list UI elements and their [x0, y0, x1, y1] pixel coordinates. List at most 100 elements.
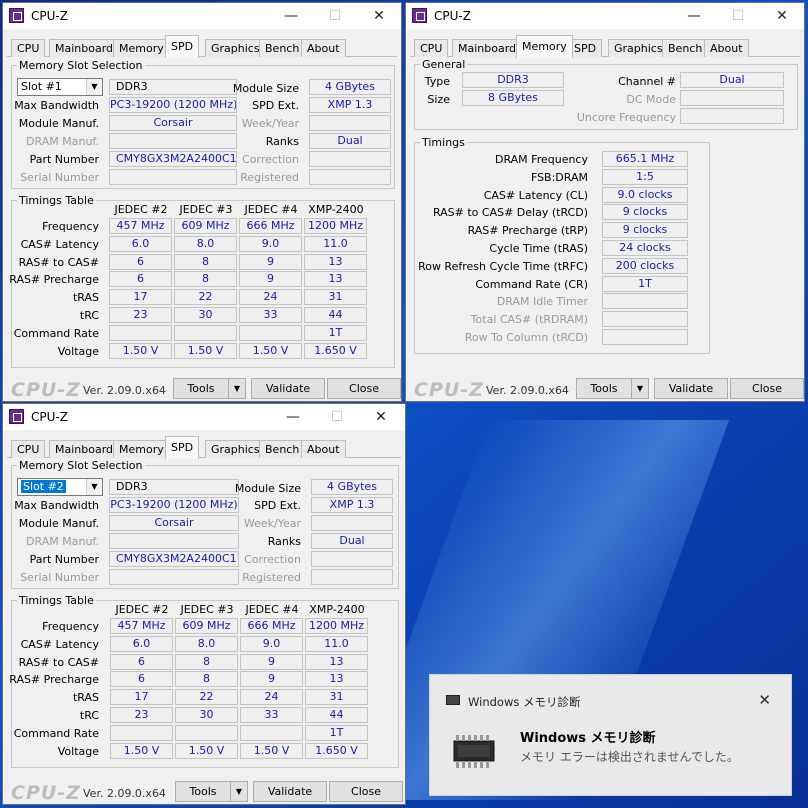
timing-cell: 11.0: [304, 235, 367, 252]
tools-button[interactable]: Tools: [175, 781, 231, 802]
tab-memory[interactable]: Memory: [113, 440, 170, 458]
memory-timing-value: [602, 293, 688, 310]
close-window-button[interactable]: ✕: [760, 5, 804, 27]
timing-cell: 31: [304, 289, 367, 306]
group-label: Memory Slot Selection: [17, 59, 145, 72]
cpuz-window-spd-slot1: CPU-Z — ☐ ✕ CPU Mainboard Memory SPD Gra…: [2, 2, 402, 402]
part-number-field: CMY8GX3M2A2400C11: [109, 151, 237, 167]
title-bar[interactable]: CPU-Z — ☐ ✕: [406, 3, 804, 29]
serial-number-label: Serial Number: [20, 171, 99, 184]
timing-row-label: Command Rate: [13, 726, 99, 740]
tools-button[interactable]: Tools: [576, 378, 632, 399]
tab-bench[interactable]: Bench: [662, 39, 709, 57]
dc-mode-label: DC Mode: [626, 93, 676, 106]
tab-cpu[interactable]: CPU: [414, 39, 449, 57]
close-button[interactable]: Close: [730, 378, 804, 399]
memory-timing-label: Row To Column (tRCD): [464, 331, 588, 344]
memory-timing-label: Cycle Time (tRAS): [489, 242, 588, 255]
validate-button[interactable]: Validate: [251, 378, 325, 399]
tab-bench[interactable]: Bench: [259, 39, 306, 57]
tab-about[interactable]: About: [301, 440, 346, 458]
week-year-label: Week/Year: [241, 117, 299, 130]
timing-cell: 24: [239, 289, 302, 306]
memory-timing-label: RAS# to CAS# Delay (tRCD): [432, 206, 588, 220]
close-button[interactable]: Close: [327, 378, 401, 399]
validate-button[interactable]: Validate: [253, 781, 327, 802]
timing-cell: 22: [175, 689, 238, 706]
spd-ext-field: XMP 1.3: [309, 97, 391, 113]
spd-ext-label: SPD Ext.: [254, 499, 301, 512]
tab-spd[interactable]: SPD: [165, 35, 200, 58]
validate-button[interactable]: Validate: [654, 378, 728, 399]
timing-cell: 33: [239, 307, 302, 323]
tab-bench[interactable]: Bench: [259, 440, 306, 458]
serial-number-label: Serial Number: [20, 571, 99, 584]
module-size-label: Module Size: [234, 482, 301, 495]
timing-cell: 17: [109, 289, 172, 306]
tab-mainboard[interactable]: Mainboard: [49, 39, 120, 57]
tab-memory[interactable]: Memory: [516, 35, 573, 58]
minimize-button[interactable]: —: [271, 406, 315, 428]
cpuz-window-memory: CPU-Z — ☐ ✕ CPU Mainboard Memory SPD Gra…: [405, 2, 805, 402]
ranks-label: Ranks: [267, 535, 301, 548]
timing-cell: 9.0: [240, 635, 303, 652]
group-label: Memory Slot Selection: [17, 459, 145, 472]
timing-row-label: CAS# Latency: [20, 637, 99, 651]
tab-mainboard[interactable]: Mainboard: [49, 440, 120, 458]
size-label: Size: [427, 93, 450, 106]
close-icon[interactable]: ✕: [758, 691, 771, 709]
part-number-label: Part Number: [29, 153, 99, 166]
timing-row-label: tRAS: [72, 291, 99, 305]
close-window-button[interactable]: ✕: [359, 406, 403, 428]
slot-select[interactable]: Slot #2 ▼: [17, 478, 103, 496]
tab-spd[interactable]: SPD: [165, 436, 200, 459]
column-header: XMP-2400: [308, 203, 364, 216]
memory-timing-value: [602, 329, 688, 345]
timing-cell: 6: [109, 271, 172, 288]
maximize-button[interactable]: ☐: [313, 5, 357, 27]
timing-cell: 11.0: [305, 635, 368, 652]
close-window-button[interactable]: ✕: [357, 5, 401, 27]
memory-diagnostic-notification[interactable]: Windows メモリ診断 ✕ Windows メモリ診断 メモリ エラーは検出…: [429, 674, 792, 796]
memory-timing-label: CAS# Latency (CL): [483, 188, 588, 202]
maximize-button[interactable]: ☐: [716, 5, 760, 27]
memory-timing-value: 1:5: [602, 168, 688, 185]
minimize-button[interactable]: —: [269, 5, 313, 27]
tab-bar: CPU Mainboard Memory SPD Graphics Bench …: [7, 33, 397, 58]
tab-about[interactable]: About: [301, 39, 346, 57]
tab-graphics[interactable]: Graphics: [608, 39, 669, 57]
timing-cell: 23: [110, 707, 173, 723]
tab-about[interactable]: About: [704, 39, 749, 57]
tab-memory[interactable]: Memory: [113, 39, 170, 57]
window-title: CPU-Z: [434, 9, 471, 23]
tools-dropdown-icon[interactable]: ▼: [631, 378, 649, 399]
tab-cpu[interactable]: CPU: [11, 440, 46, 458]
timing-cell: 8: [175, 671, 238, 688]
tab-graphics[interactable]: Graphics: [205, 440, 266, 458]
column-header: JEDEC #4: [244, 203, 298, 216]
cpuz-window-spd-slot2: CPU-Z — ☐ ✕ CPU Mainboard Memory SPD Gra…: [2, 403, 406, 805]
title-bar[interactable]: CPU-Z — ☐ ✕: [3, 404, 405, 430]
slot-select-value: Slot #2: [21, 480, 66, 493]
tab-spd[interactable]: SPD: [568, 39, 603, 57]
timing-cell: 8: [174, 271, 237, 288]
tab-cpu[interactable]: CPU: [11, 39, 46, 57]
timing-row-label: RAS# to CAS#: [18, 655, 99, 669]
week-year-field: [311, 515, 393, 531]
tab-graphics[interactable]: Graphics: [205, 39, 266, 57]
minimize-button[interactable]: —: [672, 5, 716, 27]
tools-dropdown-icon[interactable]: ▼: [228, 378, 246, 399]
tab-bar: CPU Mainboard Memory SPD Graphics Bench …: [410, 33, 800, 58]
tools-button[interactable]: Tools: [173, 378, 229, 399]
timing-cell: 666 MHz: [240, 618, 303, 634]
module-manuf-label: Module Manuf.: [18, 517, 99, 530]
timing-cell: 6: [110, 653, 173, 670]
tab-mainboard[interactable]: Mainboard: [452, 39, 523, 57]
title-bar[interactable]: CPU-Z — ☐ ✕: [3, 3, 401, 29]
tools-dropdown-icon[interactable]: ▼: [230, 781, 248, 802]
maximize-button[interactable]: ☐: [315, 406, 359, 428]
slot-select[interactable]: Slot #1 ▼: [17, 78, 103, 96]
close-button[interactable]: Close: [329, 781, 403, 802]
ranks-field: Dual: [311, 533, 393, 549]
dc-mode-field: [680, 90, 784, 106]
